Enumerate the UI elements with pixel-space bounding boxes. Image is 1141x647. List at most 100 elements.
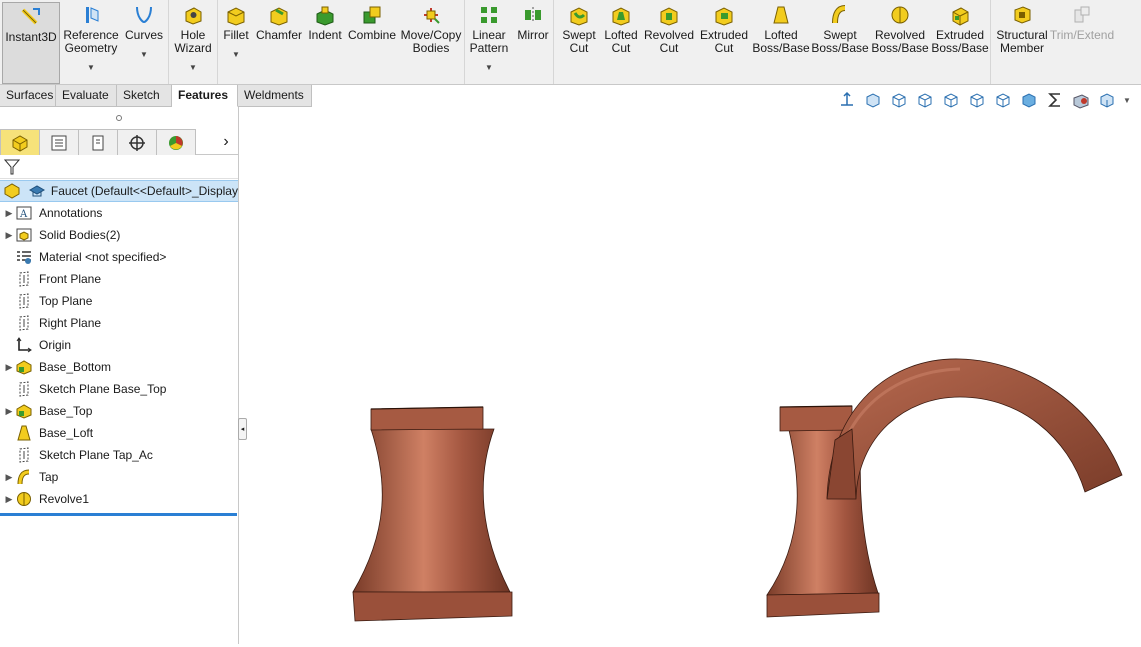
chamfer-button[interactable]: Chamfer [254,4,304,84]
mirror-button[interactable]: Mirror [513,4,553,84]
chevron-down-icon[interactable]: ▼ [485,61,493,74]
solid-bodies-icon [14,226,34,244]
tree-item-label: Sketch Plane Tap_Ac [39,448,153,462]
expand-arrow-icon[interactable]: ▶ [0,472,14,483]
extruded-boss-base-label: Extruded Boss/Base [931,28,989,55]
expand-arrow-icon[interactable]: ▶ [0,230,14,241]
swept-cut-icon [568,4,590,26]
tree-item-revolve1[interactable]: ▶ Revolve1 [0,488,238,510]
revolved-boss-base-button[interactable]: Revolved Boss/Base [870,4,930,84]
indent-label: Indent [308,28,342,42]
lofted-boss-icon [770,4,792,26]
tree-item-tap[interactable]: ▶ Tap [0,466,238,488]
panel-collapse-grip[interactable] [0,107,238,129]
tree-item-right-plane[interactable]: Right Plane [0,312,238,334]
left-handle-body[interactable] [352,406,513,622]
tab-surfaces[interactable]: Surfaces [0,85,56,107]
tree-root-part[interactable]: Faucet (Default<<Default>_Display [0,180,238,202]
tab-sketch[interactable]: Sketch [117,85,172,107]
rollback-bar[interactable] [0,513,237,516]
revolved-boss-base-label: Revolved Boss/Base [871,28,929,55]
chamfer-icon [268,4,290,26]
revolve-icon [14,490,34,508]
tree-item-top-plane[interactable]: Top Plane [0,290,238,312]
move-copy-bodies-button[interactable]: Move/Copy Bodies [398,4,464,84]
spout-arc[interactable] [826,358,1123,500]
origin-icon [14,336,34,354]
loft-icon [14,424,34,442]
extrude-icon [14,402,34,420]
extruded-boss-icon [949,4,971,26]
mirror-icon [522,4,544,26]
swept-cut-button[interactable]: Swept Cut [558,4,600,84]
tree-item-annotations[interactable]: ▶ A Annotations [0,202,238,224]
chevron-right-icon[interactable]: › [214,129,238,154]
tab-features[interactable]: Features [172,85,238,107]
lofted-boss-base-button[interactable]: Lofted Boss/Base [752,4,810,84]
tree-item-base-top[interactable]: ▶ Base_Top [0,400,238,422]
tree-item-sketch-plane-base-top[interactable]: Sketch Plane Base_Top [0,378,238,400]
tree-item-front-plane[interactable]: Front Plane [0,268,238,290]
property-manager-tab[interactable] [39,129,79,155]
tree-root-label: Faucet (Default<<Default>_Display [50,184,238,198]
tab-weldments[interactable]: Weldments [238,85,312,107]
plane-icon [14,446,34,464]
tree-item-base-bottom[interactable]: ▶ Base_Bottom [0,356,238,378]
hole-wizard-icon [182,4,204,26]
tree-item-origin[interactable]: Origin [0,334,238,356]
fillet-label: Fillet [223,28,249,42]
tree-item-solid-bodies-2[interactable]: ▶ Solid Bodies(2) [0,224,238,246]
revolved-boss-icon [889,4,911,26]
tab-evaluate[interactable]: Evaluate [56,85,117,107]
swept-boss-base-label: Swept Boss/Base [811,28,869,55]
tree-item-material-not-specified[interactable]: Material <not specified> [0,246,238,268]
chevron-down-icon[interactable]: ▼ [189,61,197,74]
svg-text:A: A [19,209,28,220]
tree-item-base-loft[interactable]: Base_Loft [0,422,238,444]
filter-icon[interactable] [4,158,20,176]
display-manager-tab[interactable] [156,129,196,155]
combine-button[interactable]: Combine [346,4,398,84]
structural-member-icon [1011,4,1033,26]
plane-icon [14,380,34,398]
expand-arrow-icon[interactable]: ▶ [0,494,14,505]
reference-geometry-button[interactable]: Reference Geometry ▼ [62,4,120,84]
linear-pattern-button[interactable]: Linear Pattern ▼ [465,4,513,84]
lofted-cut-button[interactable]: Lofted Cut [600,4,642,84]
panel-tabs: › [0,129,238,155]
instant3d-button[interactable]: Instant3D [2,2,60,84]
revolved-cut-button[interactable]: Revolved Cut [642,4,696,84]
hole-wizard-label: Hole Wizard [174,28,212,55]
fillet-button[interactable]: Fillet ▼ [218,4,254,84]
chevron-down-icon[interactable]: ▼ [87,61,95,74]
structural-member-button[interactable]: Structural Member [991,4,1053,84]
extruded-boss-base-button[interactable]: Extruded Boss/Base [930,4,990,84]
chevron-down-icon[interactable]: ▼ [140,48,148,61]
expand-arrow-icon[interactable]: ▶ [0,406,14,417]
extruded-cut-icon [713,4,735,26]
trim-extend-button[interactable]: Trim/Extend [1050,4,1114,84]
tree-filter-row [0,155,238,179]
reference-geometry-icon [80,4,102,26]
curves-icon [133,4,155,26]
graphics-area[interactable] [240,107,1141,644]
feature-manager-tab[interactable] [0,129,40,155]
tree-item-label: Annotations [39,206,103,220]
indent-button[interactable]: Indent [304,4,346,84]
configuration-manager-tab[interactable] [78,129,118,155]
extruded-cut-button[interactable]: Extruded Cut [696,4,752,84]
dimxpert-manager-tab[interactable] [117,129,157,155]
extrude-icon [14,358,34,376]
hole-wizard-button[interactable]: Hole Wizard ▼ [169,4,217,84]
tree-item-sketch-plane-tap-ac[interactable]: Sketch Plane Tap_Ac [0,444,238,466]
expand-arrow-icon[interactable]: ▶ [0,208,14,219]
curves-button[interactable]: Curves ▼ [120,4,168,84]
appearance-icon [169,135,183,150]
ribbon-group-weldments: Structural Member Trim/Extend [991,0,1114,84]
swept-boss-icon [829,4,851,26]
chevron-down-icon[interactable]: ▼ [232,48,240,61]
ribbon-group-features: Fillet ▼ Chamfer Indent Combine Move/Cop… [218,0,465,84]
swept-boss-base-button[interactable]: Swept Boss/Base [810,4,870,84]
expand-arrow-icon[interactable]: ▶ [0,362,14,373]
tree-item-label: Revolve1 [39,492,90,506]
